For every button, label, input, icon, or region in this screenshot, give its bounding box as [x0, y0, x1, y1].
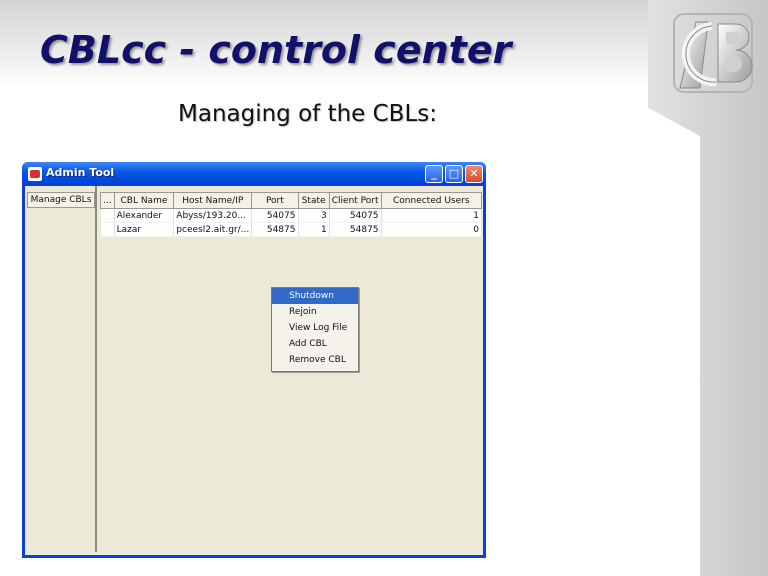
app-icon	[28, 167, 42, 181]
menu-item-add-cbl[interactable]: Add CBL	[272, 336, 358, 352]
window-title: Admin Tool	[46, 166, 115, 179]
cell-client-port: 54075	[329, 208, 382, 223]
maximize-button[interactable]: □	[445, 165, 463, 183]
column-header-host-name[interactable]: Host Name/IP	[173, 192, 253, 209]
cell-port: 54075	[251, 208, 299, 223]
menu-item-rejoin[interactable]: Rejoin	[272, 304, 358, 320]
menu-item-shutdown[interactable]: Shutdown	[272, 288, 358, 304]
column-header-cbl-name[interactable]: CBL Name	[113, 192, 175, 209]
cbl-table: ... CBL Name Host Name/IP Port State Cli…	[100, 192, 483, 237]
cell-ellipsis	[100, 222, 115, 237]
cell-cbl-name: Lazar	[114, 222, 175, 237]
minimize-button[interactable]: _	[425, 165, 443, 183]
cell-host-name: pceesl2.ait.gr/...	[173, 222, 253, 237]
cell-state: 3	[298, 208, 330, 223]
cell-client-port: 54875	[329, 222, 382, 237]
acb-logo	[673, 13, 753, 93]
cell-port: 54875	[251, 222, 299, 237]
column-header-client-port[interactable]: Client Port	[328, 192, 382, 209]
admin-tool-window: Admin Tool _ □ ✕ Manage CBLs ... CBL Nam…	[22, 162, 486, 558]
column-header-ellipsis[interactable]: ...	[100, 192, 115, 209]
context-menu: Shutdown Rejoin View Log File Add CBL Re…	[271, 287, 359, 372]
manage-cbls-tab[interactable]: Manage CBLs	[27, 192, 95, 208]
cell-host-name: Abyss/193.20...	[173, 208, 253, 223]
cell-connected-users: 0	[381, 222, 483, 237]
menu-item-remove-cbl[interactable]: Remove CBL	[272, 352, 358, 368]
cell-connected-users: 1	[381, 208, 483, 223]
column-header-connected-users[interactable]: Connected Users	[380, 192, 483, 209]
slide-subtitle: Managing of the CBLs:	[178, 101, 438, 127]
cell-ellipsis	[100, 208, 115, 223]
window-titlebar[interactable]: Admin Tool _ □ ✕	[22, 162, 486, 186]
column-header-port[interactable]: Port	[251, 192, 299, 209]
close-button[interactable]: ✕	[465, 165, 483, 183]
table-header-row: ... CBL Name Host Name/IP Port State Cli…	[100, 192, 483, 209]
left-panel: Manage CBLs	[25, 186, 97, 552]
cell-state: 1	[298, 222, 330, 237]
table-row[interactable]: Alexander Abyss/193.20... 54075 3 54075 …	[100, 208, 483, 223]
table-row[interactable]: Lazar pceesl2.ait.gr/... 54875 1 54875 0	[100, 222, 483, 237]
menu-item-view-log-file[interactable]: View Log File	[272, 320, 358, 336]
column-header-state[interactable]: State	[297, 192, 330, 209]
cell-cbl-name: Alexander	[114, 208, 175, 223]
slide-title: CBLcc - control center	[40, 28, 512, 72]
